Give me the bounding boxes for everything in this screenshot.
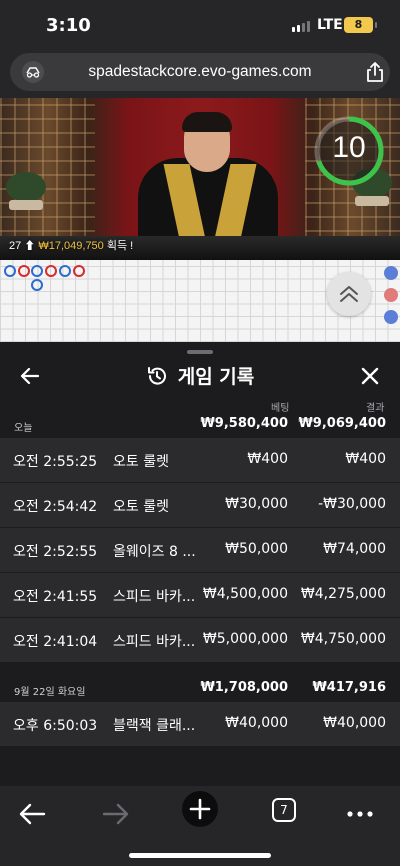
day-total-result: ₩9,069,400 — [298, 416, 386, 431]
sheet-grabber[interactable] — [187, 350, 213, 354]
history-row[interactable]: 오전 2:41:04 스피드 바카... ₩5,000,000 ₩4,750,0… — [0, 618, 400, 662]
row-bet: ₩400 — [247, 451, 288, 467]
row-result: ₩400 — [345, 451, 386, 467]
row-time: 오전 2:41:55 — [13, 589, 98, 605]
day-label: 9월 22일 화요일 — [14, 687, 86, 698]
url-text[interactable]: spadestackcore.evo-games.com — [10, 63, 390, 81]
row-bet: ₩4,500,000 — [202, 586, 288, 602]
day-total-bet: ₩1,708,000 — [200, 680, 288, 695]
history-row[interactable]: 오전 2:54:42 오토 룰렛 ₩30,000 -₩30,000 — [0, 483, 400, 527]
countdown-number: 10 — [332, 131, 366, 164]
new-tab-button[interactable] — [182, 791, 218, 827]
win-ticker-amount: ₩17,049,750 — [38, 240, 104, 252]
history-row[interactable]: 오후 6:50:03 블랙잭 클래... ₩40,000 ₩40,000 — [0, 702, 400, 746]
decor-pot — [9, 200, 43, 210]
row-time: 오전 2:55:25 — [13, 454, 98, 470]
row-game: 오토 룰렛 — [113, 499, 169, 515]
forward-arrow-icon[interactable] — [96, 794, 136, 834]
history-row[interactable]: 오전 2:55:25 오토 룰렛 ₩400 ₩400 — [0, 438, 400, 482]
day-total-bet: ₩9,580,400 — [200, 416, 288, 431]
bead-banker — [45, 265, 57, 277]
row-game: 스피드 바카... — [113, 589, 196, 605]
side-predictor-chip[interactable] — [384, 310, 398, 324]
column-header-result: 결과 — [366, 403, 385, 414]
win-ticker-prefix: 27 ⬆ — [9, 240, 36, 252]
plus-icon — [189, 798, 211, 820]
history-icon — [147, 366, 166, 385]
close-icon[interactable] — [358, 364, 382, 388]
row-game: 오토 룰렛 — [113, 454, 169, 470]
bead-player — [31, 279, 43, 291]
history-row[interactable]: 오전 2:52:55 올웨이즈 8 ... ₩50,000 ₩74,000 — [0, 528, 400, 572]
status-time: 3:10 — [46, 15, 91, 36]
address-bar[interactable]: spadestackcore.evo-games.com — [10, 53, 390, 91]
row-time: 오전 2:41:04 — [13, 634, 98, 650]
row-result: -₩30,000 — [318, 496, 386, 512]
bead-player — [59, 265, 71, 277]
browser-address-area: spadestackcore.evo-games.com — [0, 50, 400, 98]
home-indicator[interactable] — [129, 853, 271, 858]
network-label: LTE — [317, 17, 343, 33]
day-summary-row: 오늘 ₩9,580,400 ₩9,069,400 — [0, 414, 400, 436]
row-time: 오전 2:52:55 — [13, 544, 98, 560]
signal-icon — [292, 21, 310, 32]
side-predictor-chip[interactable] — [384, 288, 398, 302]
row-game: 스피드 바카... — [113, 634, 196, 650]
day-label: 오늘 — [14, 423, 33, 434]
game-history-sheet: 게임 기록 베팅 결과 오늘 ₩9,580,400 ₩9,069,400 오전 … — [0, 342, 400, 786]
row-bet: ₩40,000 — [225, 715, 288, 731]
side-predictor-chip[interactable] — [384, 266, 398, 280]
row-result: ₩4,275,000 — [300, 586, 386, 602]
bead-banker — [73, 265, 85, 277]
day-summary-row: 9월 22일 화요일 ₩1,708,000 ₩417,916 — [0, 678, 400, 700]
win-ticker: 27 ⬆ ₩17,049,750 획득 ! — [9, 237, 133, 253]
bead-player — [4, 265, 16, 277]
row-result: ₩40,000 — [323, 715, 386, 731]
tabs-button[interactable]: 7 — [272, 798, 296, 822]
row-bet: ₩50,000 — [225, 541, 288, 557]
row-result: ₩74,000 — [323, 541, 386, 557]
back-arrow-icon[interactable] — [12, 794, 52, 834]
dealer-hair — [182, 112, 232, 132]
row-bet: ₩30,000 — [225, 496, 288, 512]
column-header-bet: 베팅 — [271, 403, 290, 414]
browser-toolbar: 7 — [0, 786, 400, 866]
bead-player — [31, 265, 43, 277]
status-bar: 3:10 LTE 8 — [0, 0, 400, 50]
chevron-up-icon — [340, 286, 358, 302]
row-game: 올웨이즈 8 ... — [113, 544, 196, 560]
win-ticker-suffix: 획득 ! — [106, 240, 134, 252]
row-time: 오후 6:50:03 — [13, 718, 98, 734]
battery-icon: 8 — [344, 17, 377, 33]
share-icon[interactable] — [365, 61, 385, 87]
row-result: ₩4,750,000 — [300, 631, 386, 647]
bead-banker — [18, 265, 30, 277]
decor-pot — [355, 196, 389, 206]
row-game: 블랙잭 클래... — [113, 718, 196, 734]
decor-plant — [6, 172, 46, 202]
history-row[interactable]: 오전 2:41:55 스피드 바카... ₩4,500,000 ₩4,275,0… — [0, 573, 400, 617]
row-bet: ₩5,000,000 — [202, 631, 288, 647]
sheet-title: 게임 기록 — [177, 366, 255, 388]
row-time: 오전 2:54:42 — [13, 499, 98, 515]
day-total-result: ₩417,916 — [312, 680, 386, 695]
more-icon[interactable] — [340, 794, 380, 834]
sheet-header: 게임 기록 — [0, 362, 400, 389]
expand-roads-button[interactable] — [327, 272, 371, 316]
